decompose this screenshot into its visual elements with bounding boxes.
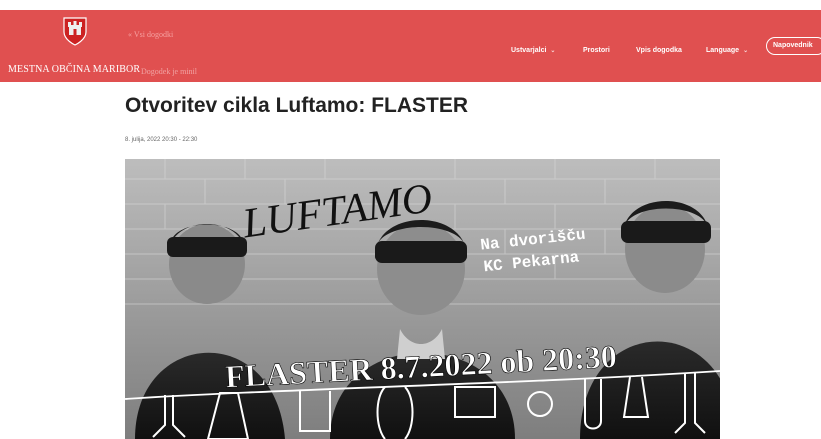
site-header: MESTNA OBČINA MARIBOR « Vsi dogodki Dogo… (0, 10, 821, 82)
poster-image: LUFTAMO Na dvorišču KC Pekarna FLASTER 8… (125, 159, 720, 439)
nav-label: Language (706, 47, 740, 54)
event-title: Otvoritev cikla Luftamo: FLASTER (125, 94, 469, 117)
nav-label: Vpis dogodka (636, 47, 682, 54)
nav-item-language[interactable]: Language ⌄ (706, 47, 748, 54)
nav-item-vpis-dogodka[interactable]: Vpis dogodka (636, 47, 682, 54)
event-datetime: 8. julija, 2022 20:30 - 22:30 (125, 137, 198, 143)
nav-item-ustvarjalci[interactable]: Ustvarjalci ⌄ (511, 47, 555, 54)
site-logo[interactable]: MESTNA OBČINA MARIBOR (4, 10, 140, 82)
logo-text: MESTNA OBČINA MARIBOR (8, 64, 141, 75)
chevron-down-icon: ⌄ (743, 48, 749, 54)
back-to-events-link[interactable]: « Vsi dogodki (128, 30, 173, 39)
event-poster: LUFTAMO Na dvorišču KC Pekarna FLASTER 8… (125, 159, 720, 439)
nav-item-prostori[interactable]: Prostori (583, 47, 610, 54)
napovednik-button[interactable]: Napovednik (766, 37, 821, 55)
coat-of-arms-icon (63, 17, 87, 46)
nav-label: Prostori (583, 47, 610, 54)
event-past-notice: Dogodek je minil (141, 67, 197, 76)
nav-label: Ustvarjalci (511, 47, 547, 54)
chevron-down-icon: ⌄ (550, 48, 556, 54)
